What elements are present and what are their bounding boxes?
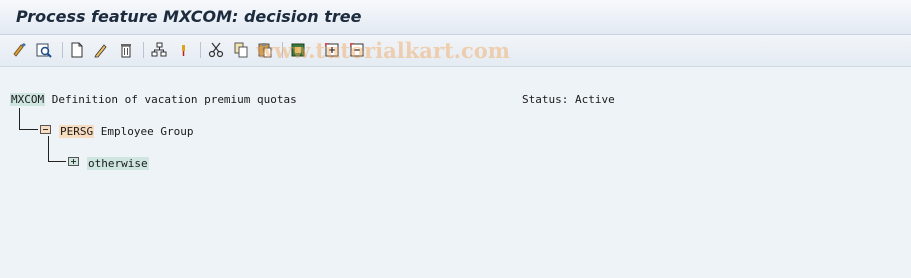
- page-title: Process feature MXCOM: decision tree: [16, 7, 362, 26]
- change-icon[interactable]: [92, 41, 110, 59]
- pin-icon[interactable]: [174, 41, 192, 59]
- decision-tree: MXCOM Definition of vacation premium quo…: [0, 68, 911, 278]
- toolbar-separator: [62, 42, 63, 58]
- status-text: Status: Active: [522, 93, 615, 106]
- level1-description: Employee Group: [100, 125, 194, 138]
- root-feature-code[interactable]: MXCOM: [10, 93, 46, 106]
- tree-node-level1[interactable]: PERSG Employee Group: [59, 125, 193, 138]
- toolbar-separator: [143, 42, 144, 58]
- tree-connector: [19, 129, 38, 130]
- tree-root-row[interactable]: MXCOM Definition of vacation premium quo…: [10, 93, 297, 106]
- delete-icon[interactable]: [117, 41, 135, 59]
- structure-icon[interactable]: [150, 41, 168, 59]
- root-description: Definition of vacation premium quotas: [51, 93, 297, 106]
- folder-open-icon[interactable]: [68, 157, 79, 166]
- tree-connector: [19, 108, 20, 130]
- create-icon[interactable]: [68, 41, 86, 59]
- tree-connector: [48, 136, 49, 162]
- otherwise-node[interactable]: otherwise: [87, 157, 149, 170]
- title-bar: Process feature MXCOM: decision tree: [0, 0, 911, 35]
- folder-icon[interactable]: [40, 125, 51, 134]
- level1-feature-code[interactable]: PERSG: [59, 125, 95, 138]
- copy-icon[interactable]: [232, 41, 250, 59]
- display-object-icon[interactable]: [35, 41, 53, 59]
- check-icon[interactable]: [11, 41, 29, 59]
- cut-icon[interactable]: [207, 41, 225, 59]
- watermark: www.tutorialkart.com: [256, 38, 510, 63]
- tree-connector: [48, 161, 66, 162]
- toolbar-separator: [200, 42, 201, 58]
